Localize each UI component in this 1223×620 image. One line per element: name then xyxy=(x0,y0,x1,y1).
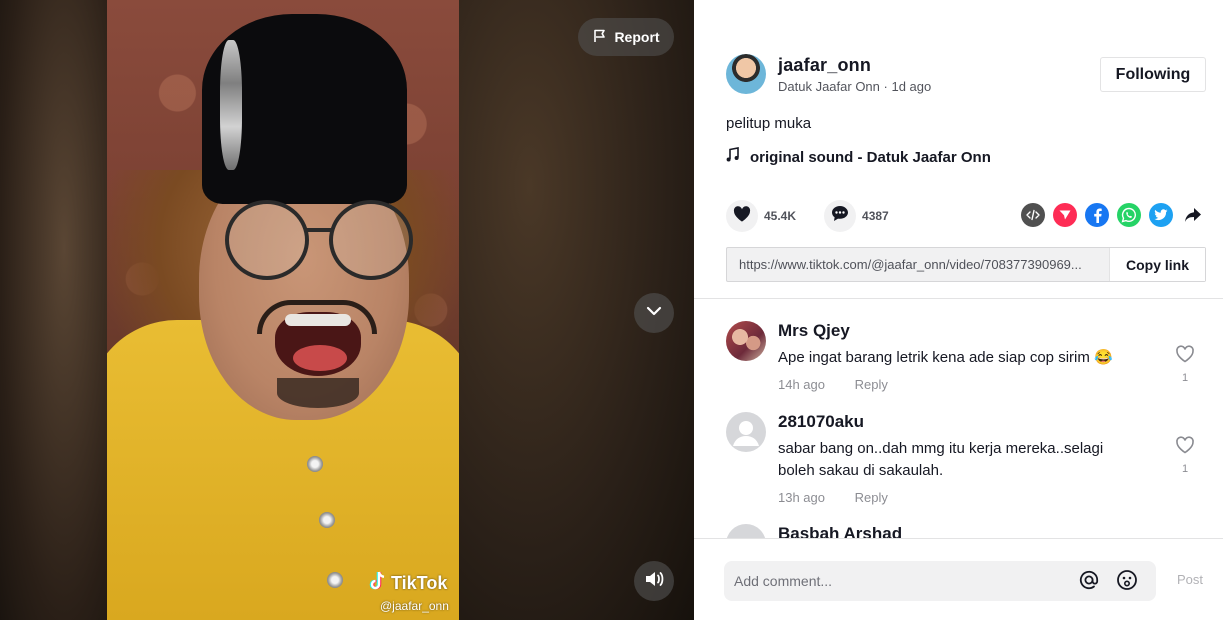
commenter-avatar[interactable] xyxy=(726,524,766,538)
next-video-button[interactable] xyxy=(634,293,674,333)
embed-icon[interactable] xyxy=(1021,203,1045,227)
author-display-name[interactable]: Datuk Jaafar Onn xyxy=(778,79,880,94)
mustache xyxy=(257,300,377,334)
comment-like[interactable]: 1 xyxy=(1174,436,1196,475)
details-panel: jaafar_onn Datuk Jaafar Onn · 1d ago Fol… xyxy=(694,0,1223,620)
commenter-name[interactable]: Mrs Qjey xyxy=(778,321,850,341)
shirt-button xyxy=(319,512,335,528)
copy-link-button[interactable]: Copy link xyxy=(1109,248,1205,281)
sound-name: original sound - Datuk Jaafar Onn xyxy=(750,148,991,166)
video-caption: pelitup muka xyxy=(726,115,812,132)
commenter-name[interactable]: 281070aku xyxy=(778,412,864,432)
brooch xyxy=(220,40,242,170)
heart-icon xyxy=(733,205,751,227)
heart-outline-icon xyxy=(1175,436,1195,458)
report-button[interactable]: Report xyxy=(578,18,674,56)
following-button[interactable]: Following xyxy=(1100,57,1206,92)
volume-icon xyxy=(643,568,665,595)
comment-count: 4387 xyxy=(862,209,889,223)
twitter-icon[interactable] xyxy=(1149,203,1173,227)
mention-icon[interactable] xyxy=(1078,569,1100,596)
video-player[interactable]: Report TikTok @jaafar_onn xyxy=(0,0,694,620)
reply-button[interactable]: Reply xyxy=(855,490,888,505)
comment-text: sabar bang on..dah mmg itu kerja mereka.… xyxy=(778,440,1104,479)
goatee xyxy=(277,378,359,408)
author-username[interactable]: jaafar_onn xyxy=(778,55,871,76)
post-button[interactable]: Post xyxy=(1177,572,1203,587)
comment-time: 14h ago xyxy=(778,377,825,392)
reply-button[interactable]: Reply xyxy=(855,377,888,392)
comment-composer: Post xyxy=(694,538,1223,620)
shirt-button xyxy=(307,456,323,472)
comment-meta: 14h ago Reply xyxy=(778,377,888,392)
comment-time: 13h ago xyxy=(778,490,825,505)
copy-link-box: https://www.tiktok.com/@jaafar_onn/video… xyxy=(726,247,1206,282)
sound-link[interactable]: original sound - Datuk Jaafar Onn xyxy=(726,147,991,167)
facebook-icon[interactable] xyxy=(1085,203,1109,227)
commenter-avatar[interactable] xyxy=(726,321,766,361)
comment-like-count: 1 xyxy=(1181,372,1189,384)
comment-button[interactable] xyxy=(824,200,857,232)
share-icons xyxy=(1021,203,1205,227)
commenter-avatar[interactable] xyxy=(726,412,766,452)
emoji-icon[interactable] xyxy=(1116,569,1138,596)
author-avatar[interactable] xyxy=(726,54,766,94)
comment-bubble-icon xyxy=(831,205,849,227)
tongue xyxy=(293,345,347,371)
volume-button[interactable] xyxy=(634,561,674,601)
heart-outline-icon xyxy=(1175,345,1195,367)
glasses-lens-right xyxy=(329,200,413,280)
whatsapp-icon[interactable] xyxy=(1117,203,1141,227)
tiktok-video-page: Report TikTok @jaafar_onn jaafar_onn Dat… xyxy=(0,0,1223,620)
video-background-blur-left xyxy=(0,0,107,620)
music-note-icon xyxy=(726,147,740,167)
like-button[interactable] xyxy=(726,200,758,232)
commenter-name[interactable]: Basbah Arshad xyxy=(778,524,902,538)
post-time: 1d ago xyxy=(891,79,932,94)
watermark-username: @jaafar_onn xyxy=(380,599,449,613)
previous-comment-meta: —— —— xyxy=(778,299,834,305)
flag-icon xyxy=(592,28,608,47)
comment-meta: 13h ago Reply xyxy=(778,490,888,505)
send-icon[interactable] xyxy=(1053,203,1077,227)
report-label: Report xyxy=(614,29,660,45)
video-frame[interactable] xyxy=(107,0,459,620)
engagement-stats: 45.4K 4387 xyxy=(726,200,917,232)
watermark-brand: TikTok xyxy=(391,573,448,593)
tiktok-note-icon xyxy=(368,570,388,597)
comment-like[interactable]: 1 xyxy=(1174,345,1196,384)
glasses-bridge xyxy=(307,228,331,232)
comment-like-count: 1 xyxy=(1181,463,1189,475)
chevron-down-icon xyxy=(644,301,664,326)
tiktok-watermark: TikTok @jaafar_onn xyxy=(368,570,449,613)
share-arrow-icon[interactable] xyxy=(1181,203,1205,227)
comment-text: Ape ingat barang letrik kena ade siap co… xyxy=(778,349,1113,366)
glasses-lens-left xyxy=(225,200,309,280)
author-subline: Datuk Jaafar Onn · 1d ago xyxy=(778,79,931,94)
shirt-button xyxy=(327,572,343,588)
comment-list[interactable]: —— —— Mrs Qjey Ape ingat barang letrik k… xyxy=(694,298,1223,538)
video-link[interactable]: https://www.tiktok.com/@jaafar_onn/video… xyxy=(727,248,1109,281)
like-count: 45.4K xyxy=(764,209,797,223)
